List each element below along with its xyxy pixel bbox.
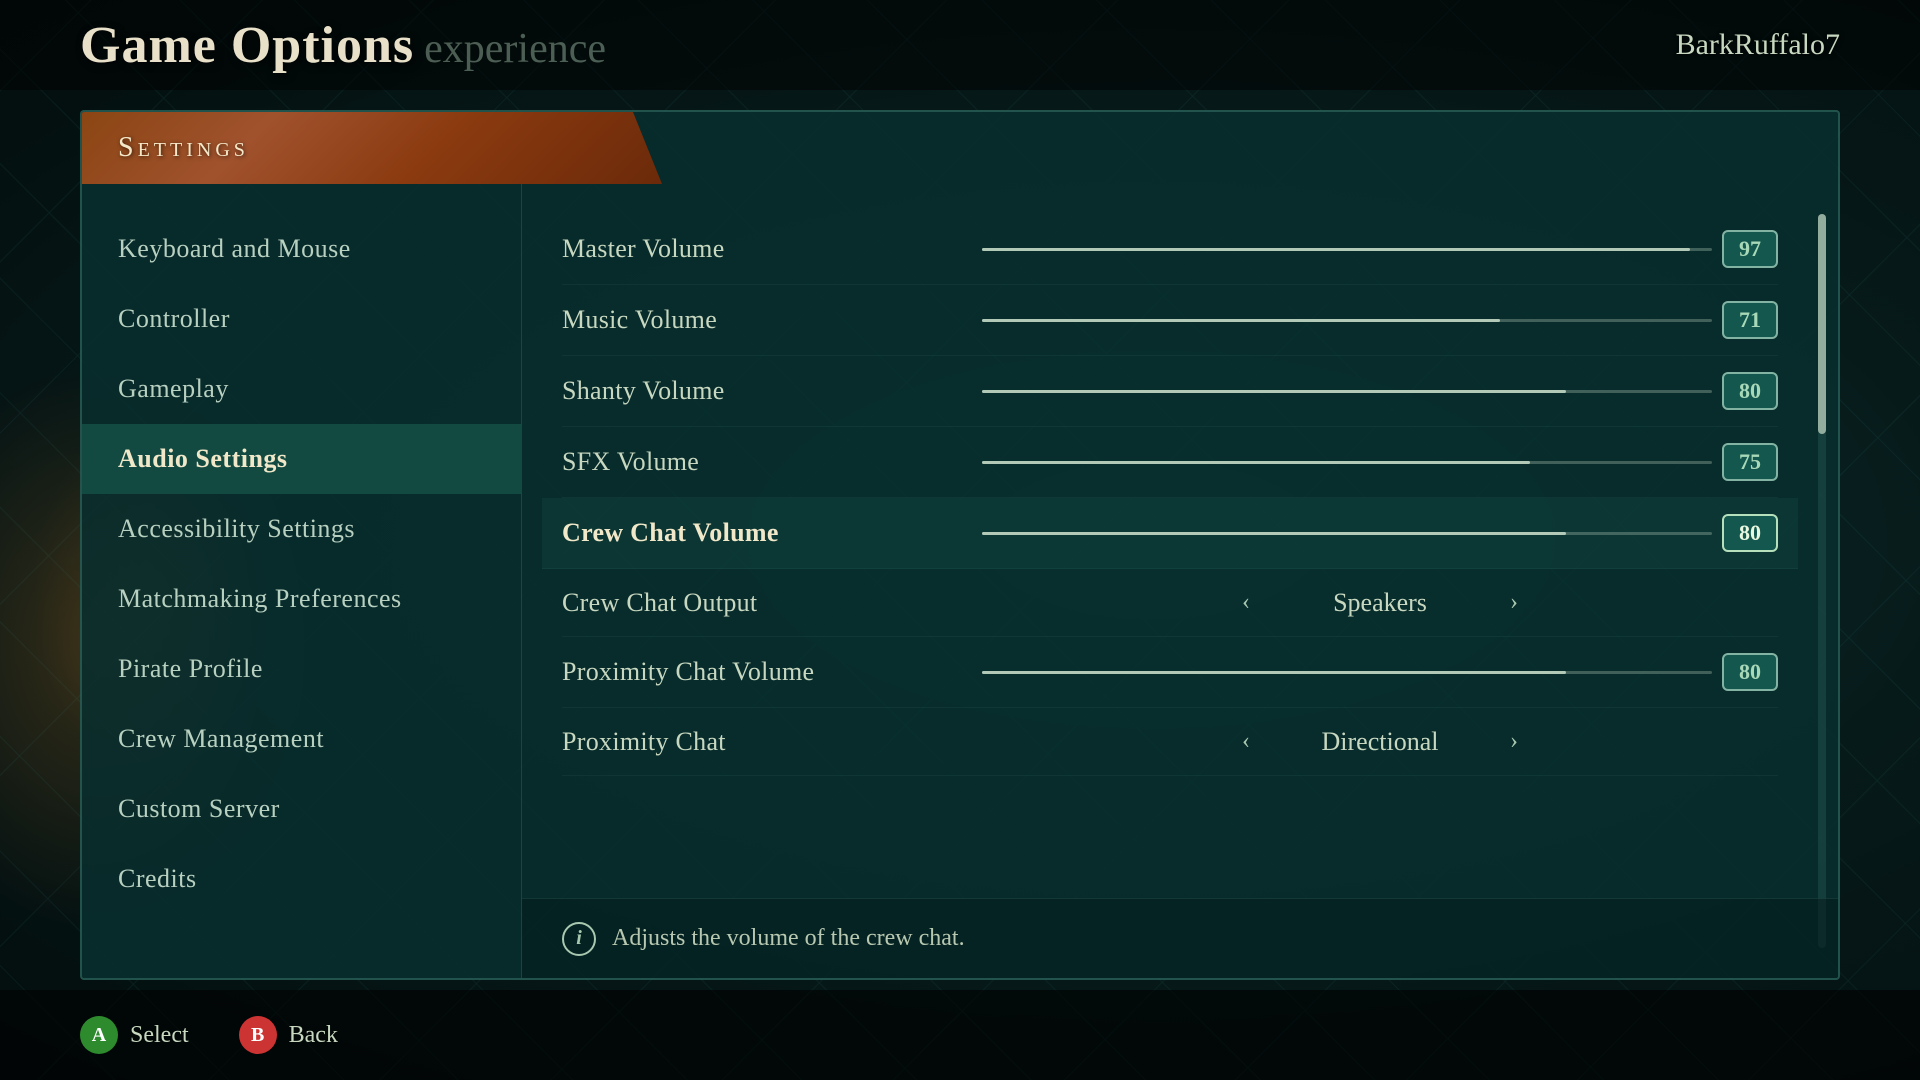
selector-container-proximity-chat[interactable]: ‹ Directional › xyxy=(982,727,1778,757)
content-area: Keyboard and MouseControllerGameplayAudi… xyxy=(82,184,1838,978)
setting-label-music-volume: Music Volume xyxy=(562,305,982,335)
setting-row-music-volume[interactable]: Music Volume 71 xyxy=(562,285,1778,356)
nav-item-keyboard-mouse[interactable]: Keyboard and Mouse xyxy=(82,214,521,284)
nav-item-accessibility[interactable]: Accessibility Settings xyxy=(82,494,521,564)
setting-label-master-volume: Master Volume xyxy=(562,234,982,264)
setting-row-proximity-chat-volume[interactable]: Proximity Chat Volume 80 xyxy=(562,637,1778,708)
nav-item-controller[interactable]: Controller xyxy=(82,284,521,354)
setting-label-sfx-volume: SFX Volume xyxy=(562,447,982,477)
info-bar: i Adjusts the volume of the crew chat. xyxy=(522,898,1838,978)
nav-item-audio-settings[interactable]: Audio Settings xyxy=(82,424,521,494)
slider-track-shanty-volume xyxy=(982,390,1712,393)
top-bar: Game Options experience BarkRuffalo7 xyxy=(0,0,1920,90)
nav-item-credits[interactable]: Credits xyxy=(82,844,521,914)
slider-fill-proximity-chat-volume xyxy=(982,671,1566,674)
game-title: Game Options xyxy=(80,16,414,75)
slider-track-proximity-chat-volume xyxy=(982,671,1712,674)
setting-row-proximity-chat[interactable]: Proximity Chat ‹ Directional › xyxy=(562,708,1778,776)
setting-label-proximity-chat: Proximity Chat xyxy=(562,727,982,757)
btn-hint-select[interactable]: A Select xyxy=(80,1016,189,1054)
btn-circle-back: B xyxy=(239,1016,277,1054)
nav-item-custom-server[interactable]: Custom Server xyxy=(82,774,521,844)
btn-label-back: Back xyxy=(289,1022,338,1049)
slider-container-music-volume[interactable]: 71 xyxy=(982,301,1778,339)
scrollbar-thumb[interactable] xyxy=(1818,214,1826,434)
slider-container-master-volume[interactable]: 97 xyxy=(982,230,1778,268)
slider-fill-music-volume xyxy=(982,319,1500,322)
slider-value-music-volume: 71 xyxy=(1722,301,1778,339)
selector-right-arrow-crew-chat-output[interactable]: › xyxy=(1510,589,1518,616)
slider-fill-sfx-volume xyxy=(982,461,1530,464)
slider-fill-crew-chat-volume xyxy=(982,532,1566,535)
selector-right-arrow-proximity-chat[interactable]: › xyxy=(1510,728,1518,755)
slider-value-master-volume: 97 xyxy=(1722,230,1778,268)
right-panel: Master Volume 97 Music Volume 71 Shanty Volu… xyxy=(522,184,1838,978)
slider-container-crew-chat-volume[interactable]: 80 xyxy=(982,514,1778,552)
username: BarkRuffalo7 xyxy=(1676,28,1840,62)
setting-label-proximity-chat-volume: Proximity Chat Volume xyxy=(562,657,982,687)
btn-circle-select: A xyxy=(80,1016,118,1054)
slider-value-sfx-volume: 75 xyxy=(1722,443,1778,481)
scrollbar-track[interactable] xyxy=(1818,214,1826,948)
setting-label-crew-chat-output: Crew Chat Output xyxy=(562,588,982,618)
selector-value-proximity-chat: Directional xyxy=(1280,727,1480,757)
slider-container-sfx-volume[interactable]: 75 xyxy=(982,443,1778,481)
slider-track-crew-chat-volume xyxy=(982,532,1712,535)
slider-track-sfx-volume xyxy=(982,461,1712,464)
info-icon: i xyxy=(562,922,596,956)
setting-row-shanty-volume[interactable]: Shanty Volume 80 xyxy=(562,356,1778,427)
selector-left-arrow-proximity-chat[interactable]: ‹ xyxy=(1242,728,1250,755)
selector-left-arrow-crew-chat-output[interactable]: ‹ xyxy=(1242,589,1250,616)
slider-container-proximity-chat-volume[interactable]: 80 xyxy=(982,653,1778,691)
setting-row-sfx-volume[interactable]: SFX Volume 75 xyxy=(562,427,1778,498)
slider-track-master-volume xyxy=(982,248,1712,251)
btn-hint-back[interactable]: B Back xyxy=(239,1016,338,1054)
slider-value-proximity-chat-volume: 80 xyxy=(1722,653,1778,691)
selector-container-crew-chat-output[interactable]: ‹ Speakers › xyxy=(982,588,1778,618)
nav-item-pirate-profile[interactable]: Pirate Profile xyxy=(82,634,521,704)
settings-banner-text: Settings xyxy=(118,132,249,164)
slider-value-shanty-volume: 80 xyxy=(1722,372,1778,410)
setting-label-crew-chat-volume: Crew Chat Volume xyxy=(562,518,982,548)
slider-track-music-volume xyxy=(982,319,1712,322)
slider-container-shanty-volume[interactable]: 80 xyxy=(982,372,1778,410)
bottom-bar: A Select B Back xyxy=(0,990,1920,1080)
selector-value-crew-chat-output: Speakers xyxy=(1280,588,1480,618)
slider-value-crew-chat-volume: 80 xyxy=(1722,514,1778,552)
main-panel: Settings Keyboard and MouseControllerGam… xyxy=(80,110,1840,980)
nav-item-crew-management[interactable]: Crew Management xyxy=(82,704,521,774)
game-subtitle: experience xyxy=(424,25,606,73)
left-nav: Keyboard and MouseControllerGameplayAudi… xyxy=(82,184,522,978)
settings-banner: Settings xyxy=(82,112,662,184)
nav-item-gameplay[interactable]: Gameplay xyxy=(82,354,521,424)
slider-fill-master-volume xyxy=(982,248,1690,251)
settings-list: Master Volume 97 Music Volume 71 Shanty Volu… xyxy=(522,204,1838,786)
nav-item-matchmaking[interactable]: Matchmaking Preferences xyxy=(82,564,521,634)
setting-row-crew-chat-volume[interactable]: Crew Chat Volume 80 xyxy=(542,498,1798,569)
setting-label-shanty-volume: Shanty Volume xyxy=(562,376,982,406)
setting-row-master-volume[interactable]: Master Volume 97 xyxy=(562,214,1778,285)
setting-row-crew-chat-output[interactable]: Crew Chat Output ‹ Speakers › xyxy=(562,569,1778,637)
btn-label-select: Select xyxy=(130,1022,189,1049)
info-text: Adjusts the volume of the crew chat. xyxy=(612,925,965,952)
slider-fill-shanty-volume xyxy=(982,390,1566,393)
